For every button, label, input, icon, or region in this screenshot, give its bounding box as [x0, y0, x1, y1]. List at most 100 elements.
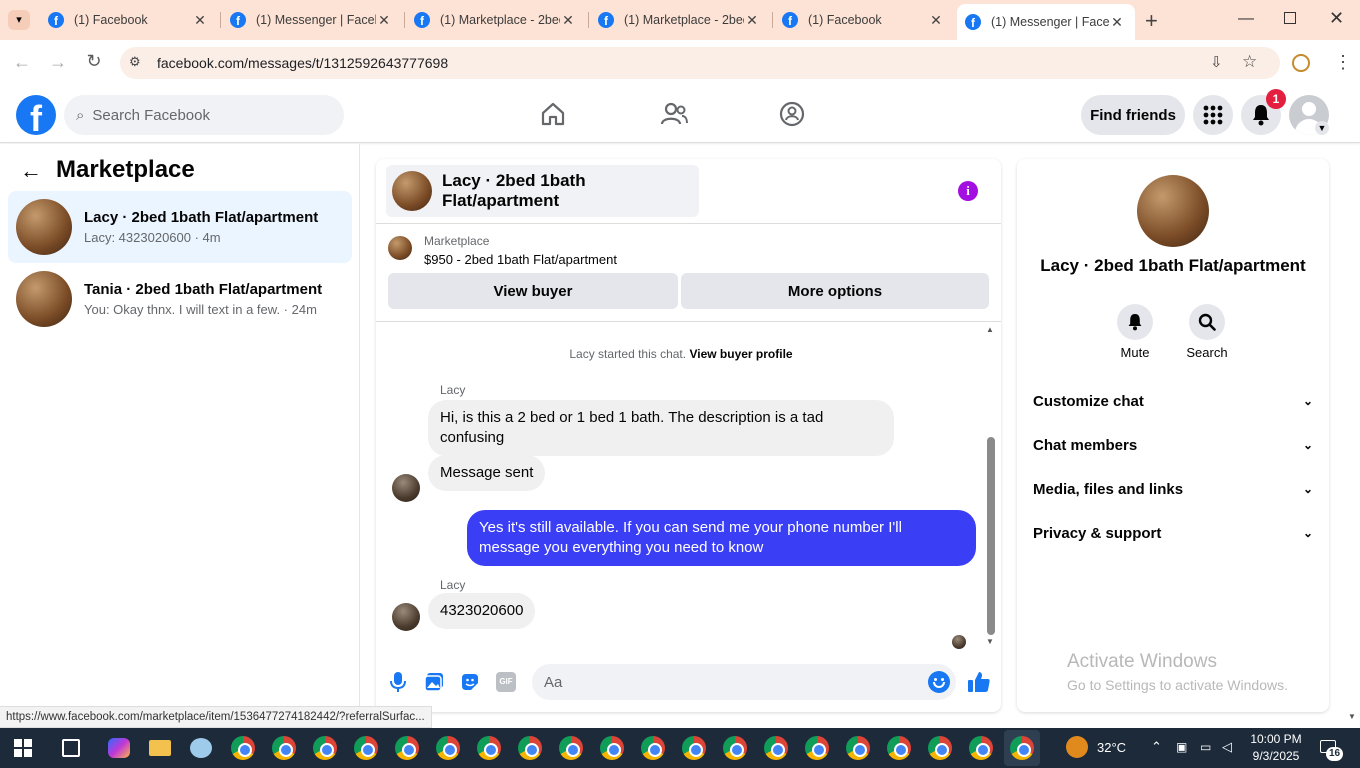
minimize-button[interactable]: — — [1238, 10, 1254, 28]
media-files-links-section[interactable]: Media, files and links ⌄ — [1033, 474, 1313, 504]
chevron-down-icon: ⌄ — [1302, 394, 1313, 408]
network-icon[interactable]: ▭ — [1200, 740, 1211, 754]
meet-icon[interactable]: ▣ — [1176, 740, 1187, 754]
message-received: Hi, is this a 2 bed or 1 bed 1 bath. The… — [428, 400, 894, 456]
chat-started-notice: Lacy started this chat. View buyer profi… — [569, 347, 793, 361]
task-view-icon[interactable] — [62, 739, 80, 757]
like-thumbs-up-icon[interactable] — [967, 670, 991, 694]
volume-icon[interactable]: ◁ — [1222, 739, 1232, 755]
browser-menu-icon[interactable]: ⋮ — [1334, 52, 1352, 73]
profile-icon[interactable] — [1292, 54, 1310, 72]
view-buyer-profile-link[interactable]: View buyer profile — [689, 347, 792, 361]
tab-facebook-1[interactable]: f (1) Facebook ✕ — [40, 0, 218, 40]
page-scroll-down-arrow[interactable]: ▼ — [1348, 712, 1356, 721]
chrome-icon[interactable] — [518, 736, 542, 760]
conversation-item-tania[interactable]: Tania · 2bed 1bath Flat/apartment You: O… — [8, 263, 352, 335]
friends-icon[interactable] — [660, 101, 688, 127]
info-icon[interactable]: i — [958, 181, 978, 201]
tab-strip: ▾ f (1) Facebook ✕ f (1) Messenger | Fac… — [0, 0, 1360, 40]
chrome-icon[interactable] — [969, 736, 993, 760]
windows-start-icon[interactable] — [14, 739, 32, 757]
chrome-icon[interactable] — [805, 736, 829, 760]
close-tab-icon[interactable]: ✕ — [376, 12, 392, 29]
chrome-icon[interactable] — [477, 736, 501, 760]
chrome-icon[interactable] — [723, 736, 747, 760]
mute-button[interactable] — [1117, 304, 1153, 340]
chrome-icon[interactable] — [354, 736, 378, 760]
home-icon[interactable] — [540, 101, 566, 127]
chat-members-section[interactable]: Chat members ⌄ — [1033, 430, 1313, 460]
close-tab-icon[interactable]: ✕ — [560, 12, 576, 29]
chrome-icon[interactable] — [1010, 736, 1034, 760]
more-options-button[interactable]: More options — [681, 273, 989, 309]
site-info-icon[interactable]: ⚙ — [129, 54, 141, 70]
photo-icon[interactable] — [424, 672, 444, 692]
copilot-icon[interactable] — [108, 738, 130, 758]
back-arrow-icon[interactable]: ← — [10, 52, 34, 73]
message-sent: Yes it's still available. If you can sen… — [467, 510, 976, 566]
privacy-support-section[interactable]: Privacy & support ⌄ — [1033, 518, 1313, 548]
chrome-icon[interactable] — [928, 736, 952, 760]
tab-facebook-2[interactable]: f (1) Facebook ✕ — [774, 0, 954, 40]
tray-chevron-icon[interactable]: ⌃ — [1151, 739, 1162, 755]
find-friends-button[interactable]: Find friends — [1081, 95, 1185, 135]
facebook-favicon-icon: f — [782, 12, 798, 28]
chat-header-button[interactable]: Lacy · 2bed 1bath Flat/apartment — [386, 165, 699, 217]
view-buyer-button[interactable]: View buyer — [388, 273, 678, 309]
chevron-down-icon[interactable]: ▼ — [1315, 121, 1329, 135]
chrome-icon[interactable] — [559, 736, 583, 760]
chrome-icon[interactable] — [600, 736, 624, 760]
scrollbar-thumb[interactable] — [987, 437, 995, 635]
scroll-up-arrow[interactable]: ▲ — [986, 325, 994, 334]
search-conversation-button[interactable] — [1189, 304, 1225, 340]
tab-marketplace-2[interactable]: f (1) Marketplace - 2bed ✕ — [590, 0, 770, 40]
microphone-icon[interactable] — [390, 671, 406, 693]
chrome-icon[interactable] — [641, 736, 665, 760]
chrome-icon[interactable] — [231, 736, 255, 760]
chrome-icon[interactable] — [395, 736, 419, 760]
customize-chat-section[interactable]: Customize chat ⌄ — [1033, 386, 1313, 416]
install-app-icon[interactable]: ⇩ — [1210, 53, 1223, 71]
bookmark-star-icon[interactable]: ☆ — [1242, 52, 1257, 72]
conversation-item-lacy[interactable]: Lacy · 2bed 1bath Flat/apartment Lacy: 4… — [8, 191, 352, 263]
chrome-icon[interactable] — [887, 736, 911, 760]
weather-temperature[interactable]: 32°C — [1097, 740, 1126, 755]
forward-arrow-icon[interactable]: → — [46, 52, 70, 73]
clock-time[interactable]: 10:00 PM — [1248, 732, 1304, 746]
new-tab-button[interactable]: + — [1145, 8, 1158, 34]
facebook-logo[interactable]: f — [16, 95, 56, 135]
tab-messenger-1[interactable]: f (1) Messenger | Facebook ✕ — [222, 0, 402, 40]
message-input[interactable]: Aa — [532, 664, 956, 700]
chrome-icon[interactable] — [436, 736, 460, 760]
chrome-icon[interactable] — [313, 736, 337, 760]
back-arrow-icon[interactable]: ← — [20, 158, 42, 184]
chrome-icon[interactable] — [272, 736, 296, 760]
gif-icon[interactable]: GIF — [496, 672, 516, 692]
tab-marketplace-1[interactable]: f (1) Marketplace - 2bed ✕ — [406, 0, 586, 40]
chrome-icon[interactable] — [764, 736, 788, 760]
scroll-down-arrow[interactable]: ▼ — [986, 637, 994, 646]
search-input[interactable]: ⌕ Search Facebook — [64, 95, 344, 135]
facebook-favicon-icon: f — [965, 14, 981, 30]
sticker-icon[interactable] — [460, 672, 480, 692]
tab-search-button[interactable]: ▾ — [8, 10, 30, 30]
weather-icon[interactable] — [1066, 736, 1088, 758]
groups-icon[interactable] — [779, 101, 805, 127]
clock-date[interactable]: 9/3/2025 — [1248, 749, 1304, 763]
tab-messenger-active[interactable]: f (1) Messenger | Facebook ✕ — [957, 4, 1135, 40]
file-explorer-icon[interactable] — [149, 740, 171, 756]
close-tab-icon[interactable]: ✕ — [928, 12, 944, 29]
close-tab-icon[interactable]: ✕ — [192, 12, 208, 29]
close-tab-icon[interactable]: ✕ — [744, 12, 760, 29]
address-bar[interactable]: ⚙ facebook.com/messages/t/13125926437776… — [120, 47, 1280, 79]
maximize-button[interactable] — [1284, 12, 1296, 24]
paint-icon[interactable] — [190, 738, 212, 758]
listing-label: Marketplace — [424, 234, 490, 248]
reload-icon[interactable]: ↻ — [82, 51, 106, 72]
emoji-icon[interactable] — [928, 671, 950, 693]
chrome-icon[interactable] — [846, 736, 870, 760]
close-window-button[interactable]: ✕ — [1329, 8, 1344, 29]
close-tab-icon[interactable]: ✕ — [1109, 14, 1125, 31]
chrome-icon[interactable] — [682, 736, 706, 760]
menu-grid-button[interactable] — [1193, 95, 1233, 135]
